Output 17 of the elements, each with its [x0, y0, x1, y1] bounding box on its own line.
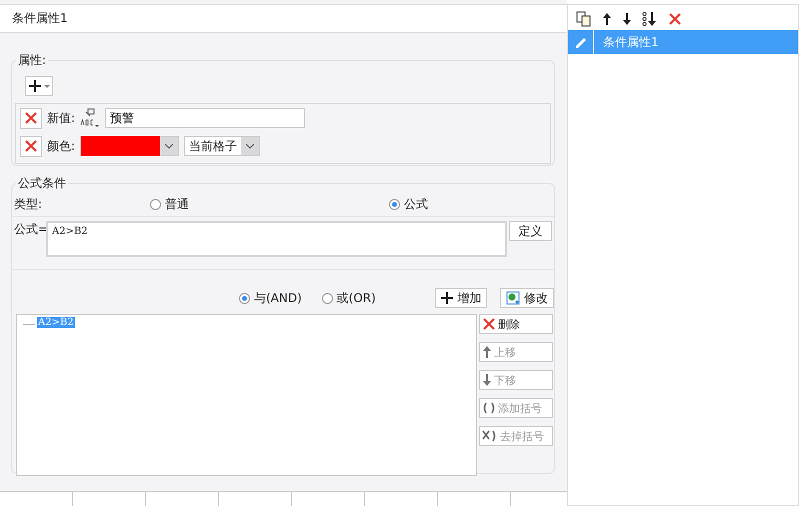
delete-button[interactable]: 删除 — [479, 314, 553, 334]
type-label: 类型: — [14, 196, 44, 212]
radio-button[interactable]: 与(AND) — [239, 290, 302, 306]
define-button[interactable]: 定义 — [509, 221, 552, 241]
add-button[interactable]: 增加 — [435, 288, 488, 308]
radio-button[interactable]: 公式 — [389, 196, 428, 212]
field-label: 颜色: — [47, 138, 76, 154]
edit-button[interactable]: 修改 — [500, 288, 554, 308]
field-label: 新值: — [47, 110, 76, 126]
radio-button[interactable]: 或(OR) — [322, 290, 376, 306]
formula-field[interactable]: A2>B2 — [46, 221, 507, 257]
panel-title: 条件属性1 — [0, 4, 567, 33]
radio-button[interactable]: 普通 — [150, 196, 189, 212]
value-field[interactable]: 预警 — [105, 108, 306, 128]
scope-dropdown[interactable]: 当前格子 — [184, 136, 260, 156]
group-legend: 属性: — [16, 52, 48, 69]
group-legend: 公式条件 — [16, 175, 68, 192]
